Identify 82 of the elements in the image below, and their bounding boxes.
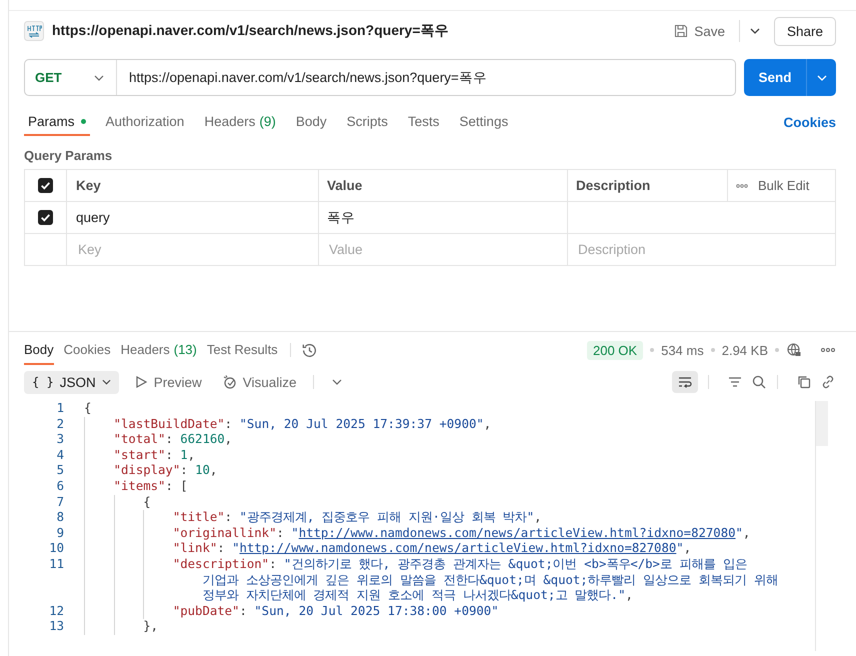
cookies-link[interactable]: Cookies [783, 114, 836, 130]
history-icon[interactable] [300, 342, 318, 358]
code-line: "description": "건의하기로 했다, 광주경총 관계자는 &quot;이번 <b>폭우</b>로 피해를 입은 [172, 556, 747, 573]
key-field[interactable]: Key [76, 241, 318, 258]
request-tab[interactable]: Scripts [342, 108, 392, 136]
line-number: 12 [49, 604, 64, 618]
share-button[interactable]: Share [774, 16, 836, 46]
line-number: 5 [56, 463, 64, 478]
code-line: "lastBuildDate": "Sun, 20 Jul 2025 17:39:37 +0900", [114, 416, 492, 432]
code-line: 정부와 자치단체에 경제적 지원 호소에 적극 나서겠다&quot;고 말했다.", [202, 588, 633, 604]
chevron-down-icon [816, 74, 826, 80]
checkbox[interactable] [38, 178, 53, 193]
line-number: 10 [49, 541, 64, 556]
code-line: { [84, 401, 92, 417]
request-tab[interactable]: Params [24, 108, 90, 136]
visualize-button[interactable]: Visualize [216, 374, 303, 390]
request-tab[interactable]: Headers (9) [200, 108, 280, 136]
code-line: "display": 10, [114, 463, 218, 479]
column-header: Description [576, 178, 650, 193]
visualize-icon [222, 374, 238, 390]
code-line: "pubDate": "Sun, 20 Jul 2025 17:38:00 +0900" [172, 604, 499, 620]
code-line: "link": "http://www.namdonews.com/news/articleView.html?idxno=827080", [172, 541, 692, 557]
line-number: 7 [56, 494, 64, 509]
status-badge: 200 OK [587, 340, 644, 360]
url-bar[interactable]: GET https://openapi.naver.com/v1/search/news.json?query=폭우 [24, 59, 736, 96]
line-number: 3 [56, 432, 64, 446]
bulk-edit-button[interactable]: Bulk Edit [736, 178, 810, 193]
response-tab[interactable]: Test Results [206, 335, 278, 365]
response-tab[interactable]: Cookies [64, 335, 111, 365]
line-number: 8 [56, 510, 64, 524]
http-request-icon [24, 21, 44, 41]
checkbox[interactable] [38, 210, 53, 225]
response-tab[interactable]: Headers (13) [120, 335, 197, 365]
value-field[interactable]: Value [327, 241, 567, 258]
format-dropdown[interactable]: { } JSON [24, 370, 119, 394]
line-number: 11 [49, 556, 64, 571]
line-number: 6 [56, 478, 64, 493]
response-time: 534 ms [661, 342, 704, 358]
method-dropdown[interactable]: GET [25, 60, 117, 95]
wrap-lines-button[interactable] [672, 371, 698, 393]
response-tab[interactable]: Body [24, 335, 54, 365]
column-header: Key [76, 178, 101, 193]
param-value[interactable]: 폭우 [327, 208, 355, 226]
preview-button[interactable]: Preview [126, 374, 208, 390]
globe-icon[interactable] [786, 342, 802, 358]
separator-dot [775, 348, 779, 352]
code-line: "originallink": "http://www.namdonews.com/news/articleView.html?idxno=827080", [172, 526, 750, 542]
separator-dot [650, 348, 654, 352]
request-tab[interactable]: Tests [404, 108, 444, 136]
code-line: "total": 662160, [114, 432, 232, 448]
request-tab[interactable]: Authorization [102, 108, 188, 136]
code-line: "items": [ [114, 478, 188, 495]
search-icon[interactable] [751, 374, 767, 390]
code-line: "title": "광주경제계, 집중호우 피해 지원·일상 회복 박차", [172, 510, 542, 526]
request-tab[interactable]: Settings [455, 108, 512, 136]
chevron-down-icon [102, 379, 111, 385]
chevron-down-icon [94, 74, 104, 80]
line-number: 4 [56, 448, 64, 462]
dots-icon [736, 184, 748, 188]
section-title: Query Params [24, 148, 114, 163]
code-line: }, [143, 619, 158, 635]
send-options-dropdown[interactable] [806, 59, 836, 96]
param-key[interactable]: query [76, 210, 110, 225]
line-number: 1 [56, 401, 64, 415]
link-icon[interactable] [820, 374, 836, 390]
code-line: { [143, 494, 151, 510]
line-number: 9 [56, 526, 64, 540]
code-line: "start": 1, [114, 448, 196, 464]
response-size: 2.94 KB [722, 342, 768, 358]
chevron-down-icon [750, 28, 760, 34]
send-button[interactable]: Send [744, 59, 806, 96]
chevron-down-icon[interactable] [332, 379, 342, 385]
column-header: Value [327, 178, 362, 193]
description-field[interactable]: Description [576, 241, 835, 258]
request-tab[interactable]: Body [292, 108, 331, 136]
copy-icon[interactable] [796, 374, 812, 390]
save-button[interactable]: Save [667, 19, 731, 43]
line-number: 13 [49, 619, 64, 634]
line-number: 2 [56, 416, 64, 431]
separator-dot [710, 348, 715, 352]
code-line: 기업과 소상공인에게 깊은 위로의 말씀을 전한다&quot;며 &quot;하루빨리 일상으로 회복되기 위해 [202, 572, 778, 588]
request-title: https://openapi.naver.com/v1/search/news.json?query=폭우 [52, 22, 448, 40]
